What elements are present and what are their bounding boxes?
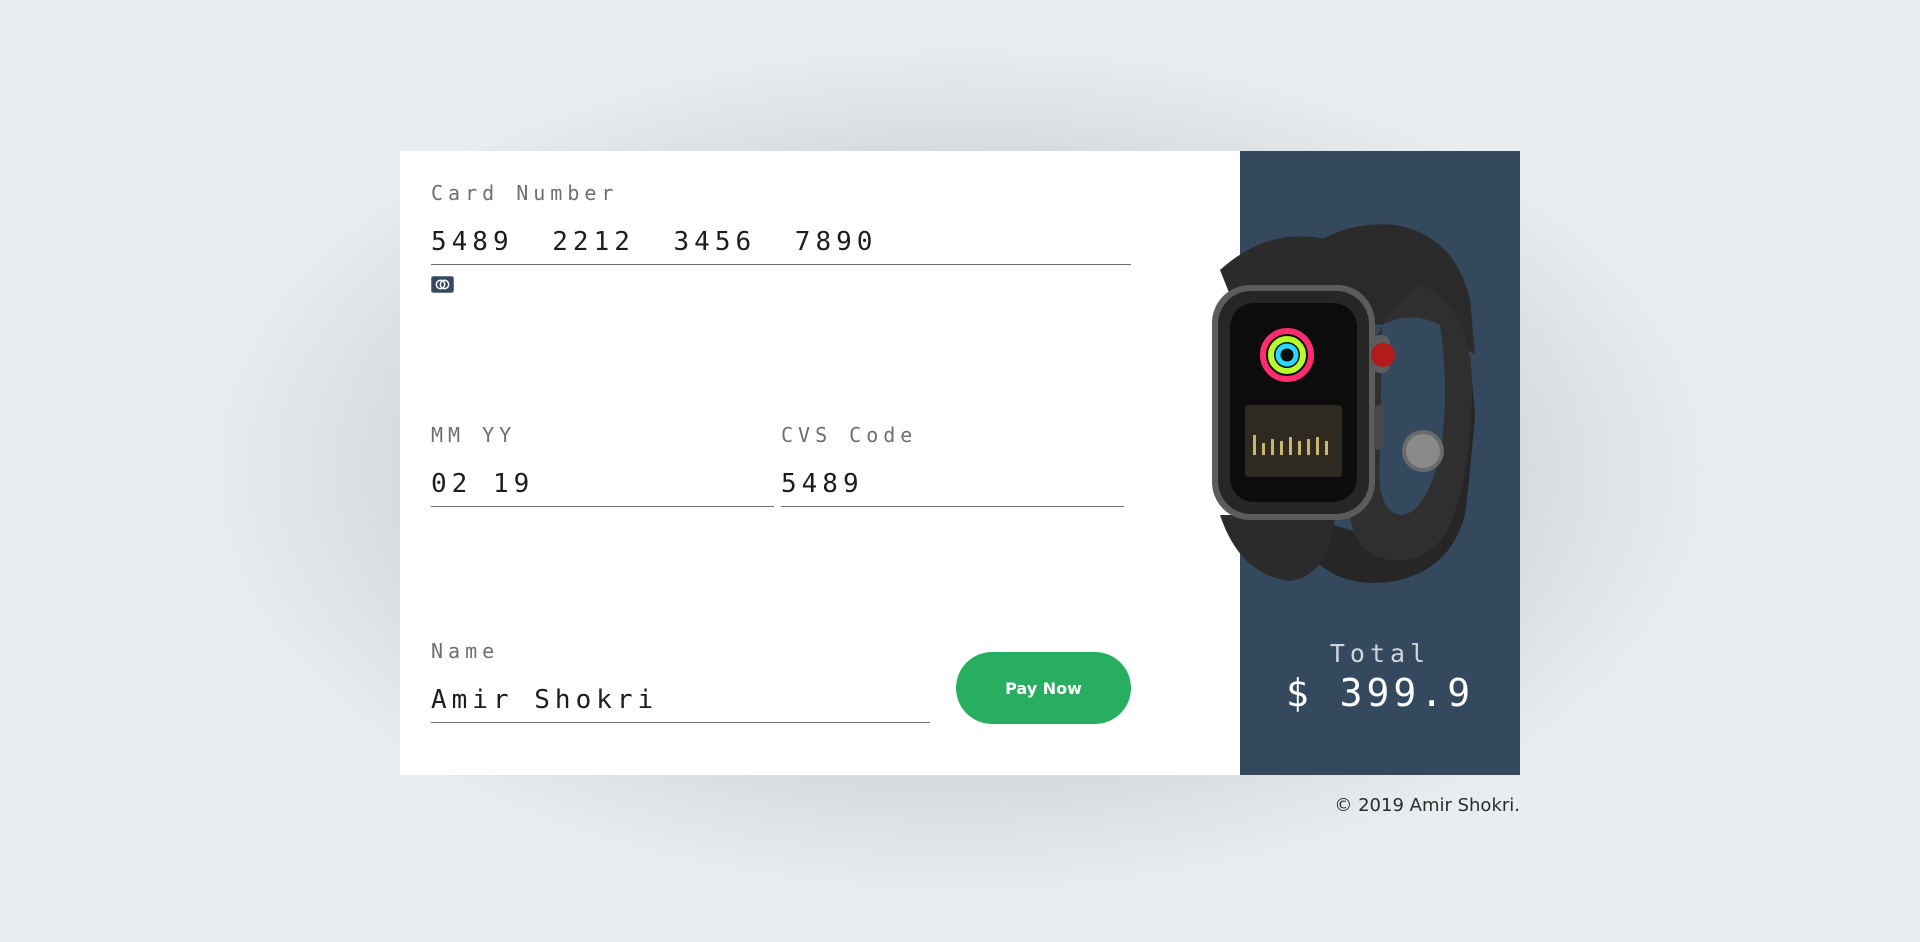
checkout-card: Card Number MM YY CVS Code Name Pay Now: [400, 151, 1520, 775]
card-number-input[interactable]: [431, 220, 1131, 265]
expiry-label: MM YY: [431, 423, 517, 447]
name-label: Name: [431, 639, 500, 663]
page-background: Card Number MM YY CVS Code Name Pay Now: [0, 0, 1920, 942]
expiry-input[interactable]: [431, 462, 774, 507]
name-input[interactable]: [431, 678, 930, 723]
total-amount: $ 399.9: [1285, 671, 1475, 715]
card-brand-icon: [431, 276, 454, 293]
total-label: Total: [1329, 639, 1431, 668]
cvs-input[interactable]: [781, 462, 1124, 507]
smartwatch-image: [1212, 224, 1475, 583]
pay-now-button[interactable]: Pay Now: [956, 652, 1131, 724]
cvs-label: CVS Code: [781, 423, 918, 447]
copyright-footer: © 2019 Amir Shokri.: [1334, 795, 1520, 816]
card-number-label: Card Number: [431, 181, 619, 205]
